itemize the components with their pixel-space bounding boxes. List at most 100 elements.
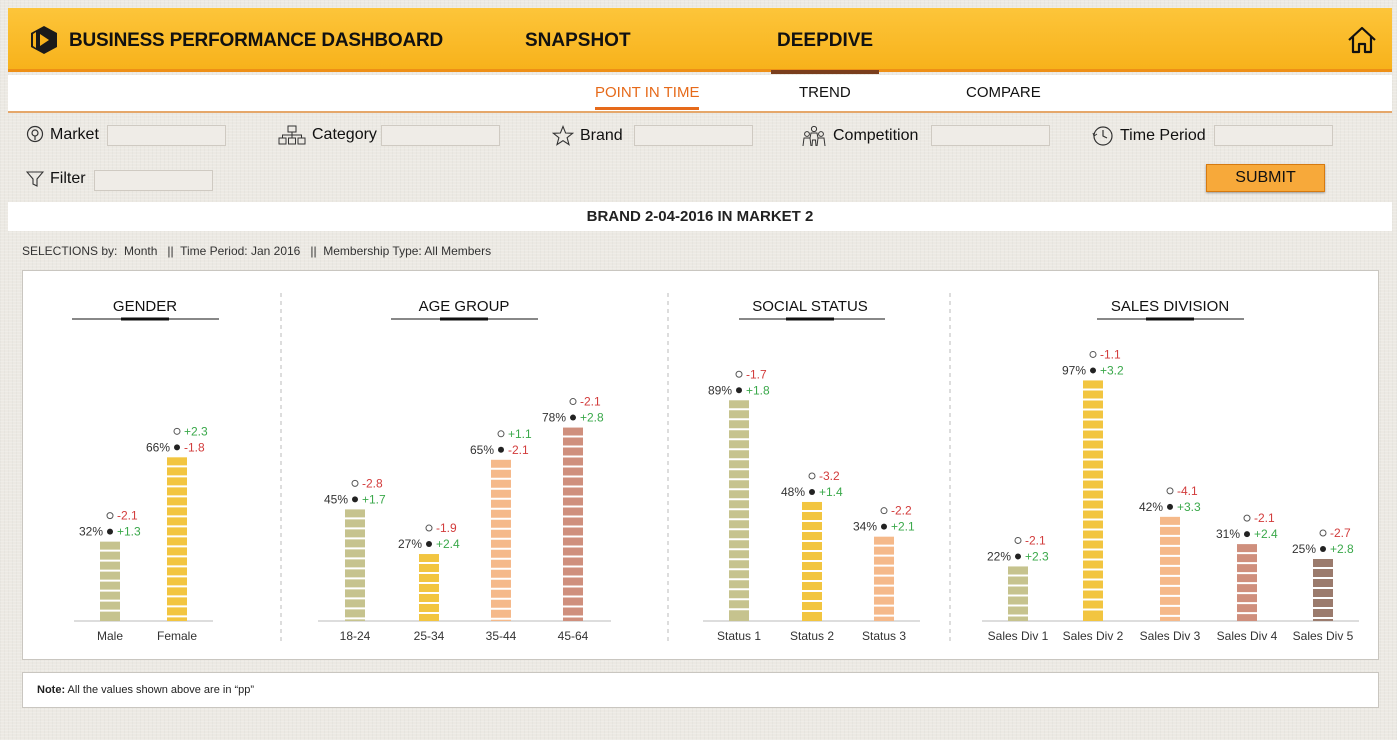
open-marker: [1319, 529, 1327, 537]
open-marker: [173, 427, 181, 435]
funnel-icon: [26, 171, 44, 187]
market-input[interactable]: [107, 125, 226, 146]
value-label: 34%: [853, 520, 877, 534]
note-label: Note:: [37, 684, 66, 696]
submit-button[interactable]: SUBMIT: [1206, 164, 1325, 192]
category-input[interactable]: [381, 125, 500, 146]
bar: [419, 554, 439, 621]
tab-point-in-time[interactable]: POINT IN TIME: [595, 84, 700, 110]
home-icon[interactable]: [1346, 25, 1378, 55]
open-marker: [1014, 536, 1022, 544]
filled-change-label: +2.8: [1330, 542, 1354, 556]
filter-label: Filter: [26, 170, 86, 188]
tab-compare[interactable]: COMPARE: [966, 84, 1041, 101]
filled-change-label: +2.4: [1254, 527, 1278, 541]
time-period-label: Time Period: [1120, 127, 1206, 144]
chart-title: SALES DIVISION: [1111, 298, 1229, 315]
filled-change-label: +2.4: [436, 537, 460, 551]
category-label: Status 1: [717, 629, 761, 643]
note-box: Note: All the values shown above are in …: [22, 672, 1379, 708]
filled-change-label: +1.4: [819, 485, 843, 499]
open-change-label: -2.2: [891, 504, 912, 518]
open-change-label: -2.1: [117, 509, 138, 523]
chart-title: AGE GROUP: [419, 298, 510, 315]
open-change-label: -1.1: [1100, 347, 1121, 361]
filled-marker: [498, 446, 504, 453]
value-label: 97%: [1062, 363, 1086, 377]
open-change-label: -2.8: [362, 476, 383, 490]
open-marker: [1166, 487, 1174, 495]
filled-change-label: +3.3: [1177, 500, 1201, 514]
brand-label: Brand: [580, 127, 623, 144]
dashboard-title: BUSINESS PERFORMANCE DASHBOARD: [69, 30, 444, 51]
competition-label: Competition: [833, 127, 919, 144]
category-label: Status 3: [862, 629, 906, 643]
value-label: 42%: [1139, 500, 1163, 514]
open-change-label: +2.3: [184, 424, 208, 438]
open-marker: [735, 370, 743, 378]
category-filter-label: Category: [278, 125, 377, 145]
market-filter-label: Market: [26, 125, 99, 145]
competition-people-icon: [802, 125, 826, 147]
tab-snapshot[interactable]: SNAPSHOT: [525, 30, 631, 52]
time-period-input[interactable]: [1214, 125, 1333, 146]
open-marker: [106, 512, 114, 520]
filled-marker: [426, 541, 432, 548]
sub-navigation: POINT IN TIME TREND COMPARE: [8, 75, 1392, 113]
tab-deepdive[interactable]: DEEPDIVE: [770, 30, 880, 74]
filled-marker: [1090, 367, 1096, 374]
value-label: 31%: [1216, 527, 1240, 541]
category-label: Sales Div 5: [1293, 629, 1354, 643]
open-marker: [808, 472, 816, 480]
value-label: 32%: [79, 525, 103, 539]
open-marker: [425, 524, 433, 532]
time-period-filter-label: Time Period: [1092, 125, 1206, 147]
bar: [491, 459, 511, 621]
category-label: Sales Div 2: [1063, 629, 1124, 643]
filled-marker: [1320, 546, 1326, 552]
bar: [345, 509, 365, 621]
bar-charts: GENDER Male -2.1 +1.3 32% Female +2.3 -1.8 66% AG…: [72, 293, 1359, 643]
filled-marker: [736, 387, 742, 394]
filled-change-label: +2.3: [1025, 549, 1049, 563]
market-label: Market: [50, 126, 99, 143]
filter-input[interactable]: [94, 170, 213, 191]
category-label: 35-44: [486, 629, 517, 643]
filled-change-label: +1.7: [362, 492, 386, 506]
category-label: 25-34: [414, 629, 445, 643]
report-title: BRAND 2-04-2016 IN MARKET 2: [8, 202, 1392, 231]
filled-marker: [1015, 553, 1021, 560]
filled-marker: [809, 488, 815, 495]
open-marker: [497, 430, 505, 438]
brand-input[interactable]: [634, 125, 753, 146]
open-marker: [1089, 350, 1097, 358]
value-label: 25%: [1292, 542, 1316, 556]
competition-input[interactable]: [931, 125, 1050, 146]
value-label: 65%: [470, 443, 494, 457]
competition-filter-label: Competition: [801, 125, 918, 147]
filled-change-label: -1.8: [184, 440, 205, 454]
chart-title: GENDER: [113, 298, 177, 315]
open-change-label: -2.1: [1025, 533, 1046, 547]
filled-change-label: +3.2: [1100, 363, 1124, 377]
filled-change-label: -2.1: [508, 443, 529, 457]
tab-trend[interactable]: TREND: [799, 84, 851, 101]
category-label: Sales Div 3: [1140, 629, 1201, 643]
bar: [874, 536, 894, 621]
logo-icon: [31, 26, 57, 54]
value-label: 27%: [398, 537, 422, 551]
value-label: 66%: [146, 440, 170, 454]
selections-summary: SELECTIONS by: Month || Time Period: Jan…: [22, 244, 492, 258]
brand-filter-label: Brand: [552, 125, 623, 147]
category-label: Status 2: [790, 629, 834, 643]
open-marker: [1243, 514, 1251, 522]
open-change-label: -4.1: [1177, 484, 1198, 498]
filled-marker: [881, 523, 887, 530]
bar: [1083, 380, 1103, 621]
star-icon: [552, 125, 574, 146]
top-bar: BUSINESS PERFORMANCE DASHBOARD SNAPSHOT …: [8, 8, 1392, 74]
category-label: 18-24: [340, 629, 371, 643]
open-change-label: -3.2: [819, 469, 840, 483]
filled-change-label: +2.1: [891, 520, 915, 534]
filled-change-label: +1.3: [117, 525, 141, 539]
